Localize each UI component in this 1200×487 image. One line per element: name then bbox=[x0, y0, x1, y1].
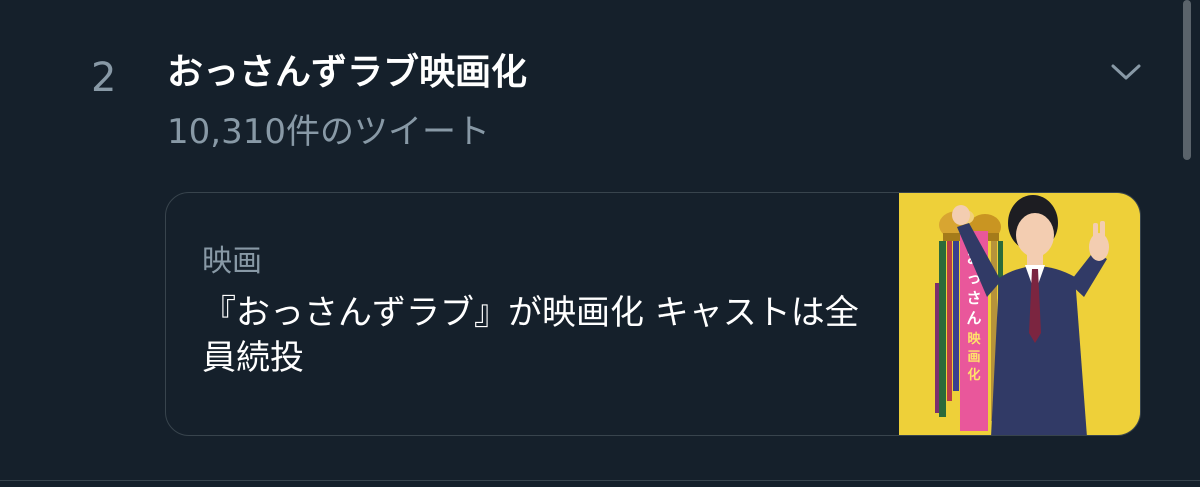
news-category: 映画 bbox=[202, 244, 262, 279]
trend-rank: 2 bbox=[91, 55, 117, 101]
trend-title[interactable]: おっさんずラブ映画化 bbox=[167, 50, 527, 96]
divider bbox=[0, 480, 1200, 481]
svg-text:ん: ん bbox=[966, 309, 981, 327]
news-headline: 『おっさんずラブ』が映画化 キャストは全員続投 bbox=[202, 293, 859, 378]
svg-text:さ: さ bbox=[966, 289, 981, 307]
news-thumbnail: お っ さ ん 映 画 化 bbox=[899, 193, 1140, 435]
svg-text:映: 映 bbox=[967, 331, 981, 347]
news-card[interactable]: 映画 『おっさんずラブ』が映画化 キャストは全員続投 お bbox=[165, 192, 1141, 436]
scrollbar[interactable] bbox=[1183, 0, 1191, 160]
chevron-down-icon[interactable] bbox=[1106, 52, 1146, 92]
trend-item[interactable]: 2 おっさんずラブ映画化 10,310件のツイート 映画 『おっさんずラブ』が映… bbox=[0, 0, 1200, 487]
tweet-count: 10,310件のツイート bbox=[167, 112, 490, 152]
svg-text:画: 画 bbox=[967, 350, 980, 365]
svg-text:化: 化 bbox=[967, 367, 980, 383]
